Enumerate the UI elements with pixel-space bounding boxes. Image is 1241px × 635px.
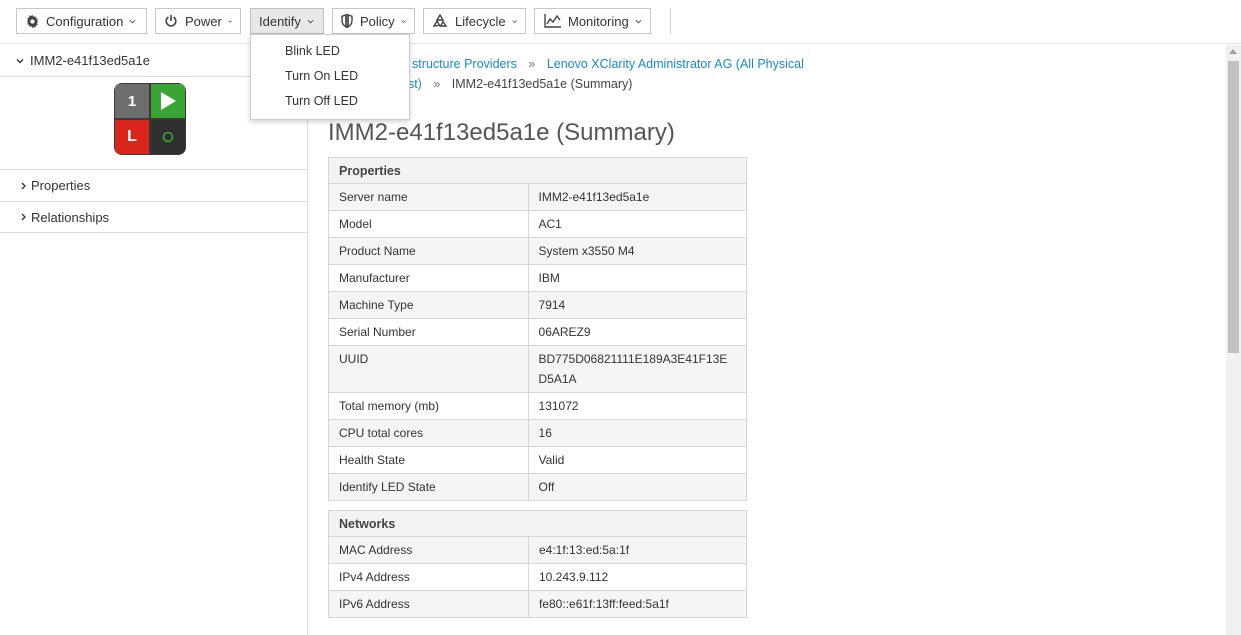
power-label: Power: [185, 13, 222, 29]
sidebar-section-properties[interactable]: Properties: [0, 169, 307, 201]
property-value: Off: [527, 473, 748, 501]
identify-dropdown-menu: Blink LED Turn On LED Turn Off LED: [250, 34, 410, 120]
table-row: Total memory (mb) 131072: [328, 392, 748, 420]
sidebar-section-relationships[interactable]: Relationships: [0, 201, 307, 233]
menu-item-turn-off-led[interactable]: Turn Off LED: [285, 94, 358, 108]
table-row: Server name IMM2-e41f13ed5a1e: [328, 183, 748, 211]
table-row: CPU total cores 16: [328, 419, 748, 447]
property-value: fe80::e61f:13ff:feed:5a1f: [528, 590, 747, 618]
server-logo: 1 L: [114, 83, 186, 155]
breadcrumb-separator: »: [528, 57, 536, 71]
property-key: Manufacturer: [328, 264, 529, 292]
identify-button[interactable]: Identify: [250, 8, 324, 34]
property-value: AC1: [527, 210, 748, 238]
networks-header: Networks: [328, 510, 747, 537]
monitoring-label: Monitoring: [568, 13, 629, 29]
play-icon: [151, 84, 185, 118]
recycle-icon: [432, 13, 448, 28]
lifecycle-label: Lifecycle: [455, 13, 506, 29]
menu-item-turn-on-led[interactable]: Turn On LED: [285, 69, 358, 83]
configuration-label: Configuration: [46, 13, 124, 29]
breadcrumb-link-xclarity[interactable]: Lenovo XClarity Administrator AG (All Ph…: [547, 57, 804, 71]
chevron-right-icon: [21, 213, 26, 221]
property-key: Machine Type: [328, 291, 529, 319]
identify-label: Identify: [259, 13, 301, 29]
property-key: Server name: [328, 183, 529, 211]
networks-table: Networks MAC Address e4:1f:13:ed:5a:1f IPv…: [328, 510, 747, 618]
scroll-up-icon[interactable]: [1229, 49, 1237, 54]
property-key: CPU total cores: [328, 419, 529, 447]
property-value: IBM: [527, 264, 748, 292]
property-value: System x3550 M4: [527, 237, 748, 265]
chevron-right-icon: [21, 182, 26, 189]
monitoring-button[interactable]: Monitoring: [534, 8, 651, 34]
property-key: IPv6 Address: [328, 590, 529, 618]
properties-table: Properties Server name IMM2-e41f13ed5a1e M…: [328, 157, 748, 501]
sidebar-section-label: Properties: [31, 178, 91, 193]
page-title: IMM2-e41f13ed5a1e (Summary): [328, 119, 675, 146]
property-value: 131072: [527, 392, 748, 420]
properties-header: Properties: [328, 157, 747, 184]
lifecycle-button[interactable]: Lifecycle: [423, 8, 526, 34]
property-key: UUID: [328, 345, 529, 393]
chevron-down-icon: [511, 19, 517, 23]
chart-line-icon: [543, 14, 561, 28]
property-value: 7914: [527, 291, 748, 319]
power-icon: [164, 14, 178, 28]
property-key: Identify LED State: [328, 473, 529, 501]
shield-icon: [341, 14, 353, 28]
toolbar-divider: [670, 8, 671, 34]
chevron-down-icon: [16, 58, 24, 63]
vertical-scrollbar[interactable]: [1226, 45, 1241, 635]
table-row: Identify LED State Off: [328, 473, 748, 501]
table-row: Manufacturer IBM: [328, 264, 748, 292]
logo-tile-number: 1: [115, 84, 149, 118]
property-value: 16: [527, 419, 748, 447]
property-value: Valid: [527, 446, 748, 474]
table-row: Model AC1: [328, 210, 748, 238]
table-row: UUID BD775D06821111E189A3E41F13ED5A1A: [328, 345, 748, 393]
property-key: Product Name: [328, 237, 529, 265]
table-row: Health State Valid: [328, 446, 748, 474]
table-row: Product Name System x3550 M4: [328, 237, 748, 265]
chevron-down-icon: [401, 19, 406, 23]
property-value: BD775D06821111E189A3E41F13ED5A1A: [527, 345, 748, 393]
property-key: MAC Address: [328, 536, 529, 564]
chevron-down-icon: [228, 20, 232, 23]
power-button[interactable]: Power: [155, 8, 241, 34]
sidebar: IMM2-e41f13ed5a1e 1 L Properties Relatio…: [0, 45, 308, 635]
property-value: 06AREZ9: [527, 318, 748, 346]
gear-icon: [25, 14, 39, 28]
configuration-button[interactable]: Configuration: [16, 8, 147, 34]
table-row: Serial Number 06AREZ9: [328, 318, 748, 346]
property-key: IPv4 Address: [328, 563, 529, 591]
policy-label: Policy: [360, 13, 395, 29]
property-key: Model: [328, 210, 529, 238]
chevron-down-icon: [635, 19, 642, 24]
table-row: IPv6 Address fe80::e61f:13ff:feed:5a1f: [328, 590, 747, 618]
sidebar-section-label: Relationships: [31, 209, 110, 225]
breadcrumb-separator: »: [433, 77, 441, 91]
property-value: IMM2-e41f13ed5a1e: [527, 183, 748, 211]
breadcrumb-link-infrastructure-providers[interactable]: structure Providers: [412, 57, 517, 71]
table-row: Machine Type 7914: [328, 291, 748, 319]
status-ring-icon: [151, 120, 185, 154]
property-value: e4:1f:13:ed:5a:1f: [528, 536, 747, 564]
property-key: Health State: [328, 446, 529, 474]
table-row: MAC Address e4:1f:13:ed:5a:1f: [328, 536, 747, 564]
menu-item-blink-led[interactable]: Blink LED: [285, 44, 340, 58]
toolbar: Configuration Power Identify Policy Life…: [0, 0, 1241, 44]
policy-button[interactable]: Policy: [332, 8, 415, 34]
scroll-thumb[interactable]: [1228, 61, 1239, 353]
chevron-down-icon: [307, 19, 314, 24]
property-key: Total memory (mb): [328, 392, 529, 420]
logo-tile-letter: L: [115, 120, 149, 154]
breadcrumb-current: IMM2-e41f13ed5a1e (Summary): [451, 77, 633, 91]
sidebar-title: IMM2-e41f13ed5a1e: [30, 53, 150, 68]
property-value: 10.243.9.112: [528, 563, 747, 591]
chevron-down-icon: [129, 19, 136, 24]
property-key: Serial Number: [328, 318, 529, 346]
table-row: IPv4 Address 10.243.9.112: [328, 563, 747, 591]
